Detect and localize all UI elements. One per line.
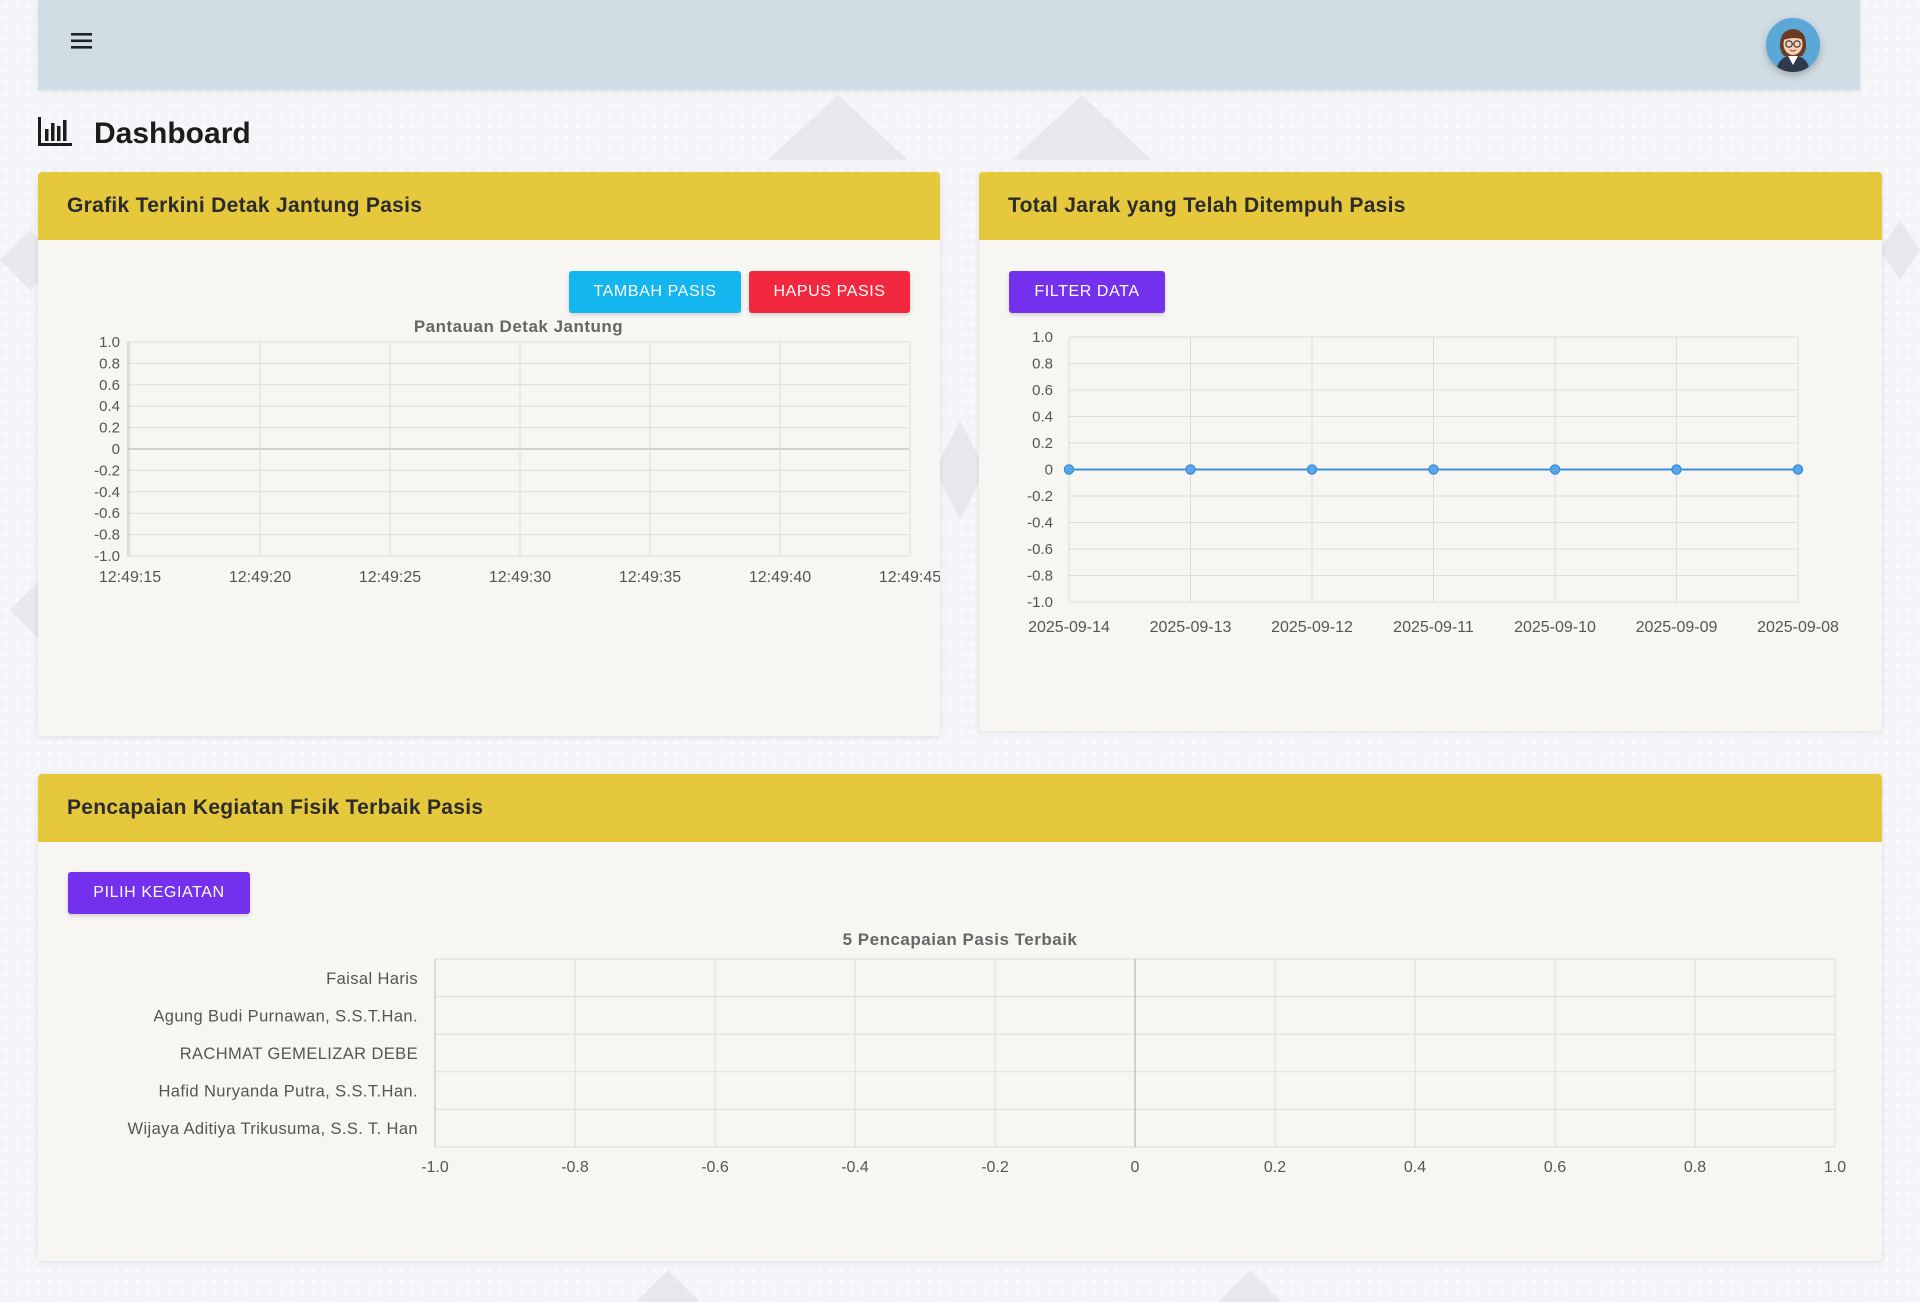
distance-chart-y-tick: 0 (1045, 462, 1053, 479)
distance-chart-x-tick: 2025-09-14 (1028, 619, 1110, 636)
heart-chart-y-tick: 0.8 (99, 355, 120, 372)
page-title: Dashboard (94, 117, 251, 150)
heart-chart-x-tick: 12:49:40 (749, 569, 811, 586)
activity-chart-x-tick: 0.6 (1544, 1159, 1566, 1176)
heart-chart-y-tick: 0 (112, 441, 120, 458)
distance-chart-x-tick: 2025-09-09 (1636, 619, 1718, 636)
heart-chart-x-tick: 12:49:25 (359, 569, 421, 586)
activity-chart-x-tick: -0.2 (981, 1159, 1009, 1176)
distance-series-point (1185, 464, 1196, 475)
distance-chart-y-tick: 0.6 (1032, 382, 1053, 399)
heart-chart-title: Pantauan Detak Jantung (414, 317, 623, 336)
heart-chart-y-tick: -0.6 (94, 505, 120, 522)
distance-series-point (1063, 464, 1075, 475)
distance-chart-y-tick: 0.8 (1032, 356, 1053, 373)
activity-chart-x-tick: 0.2 (1264, 1159, 1286, 1176)
activity-chart-x-tick: 1.0 (1824, 1159, 1846, 1176)
distance-series-point (1549, 464, 1561, 475)
distance-chart-y-tick: -1.0 (1027, 594, 1053, 611)
distance-card: Total Jarak yang Telah Ditempuh Pasis FI… (979, 172, 1882, 731)
page-title-bar: Dashboard (38, 114, 251, 154)
heart-chart-y-tick: 0.6 (99, 377, 120, 394)
activity-chart-category-label: Faisal Haris (326, 970, 418, 988)
activity-chart-x-tick: 0 (1131, 1159, 1140, 1176)
distance-chart-y-tick: 0.4 (1032, 409, 1053, 426)
distance-chart: 1.0 0.8 0.6 0.4 0.2 0 -0.2 -0.4 -0.6 -0.8 -1.0 2025… (1027, 329, 1839, 636)
heart-chart-y-tick: -0.2 (94, 462, 120, 479)
distance-chart-y-tick: 0.2 (1032, 435, 1053, 452)
distance-chart-x-tick: 2025-09-13 (1150, 619, 1232, 636)
heart-rate-card: Grafik Terkini Detak Jantung Pasis TAMBA… (38, 172, 940, 736)
activity-chart-x-tick: 0.4 (1404, 1159, 1426, 1176)
activity-chart-category-label: Agung Budi Purnawan, S.S.T.Han. (153, 1007, 418, 1025)
select-activity-button[interactable]: PILIH KEGIATAN (68, 872, 250, 914)
activity-chart-category-label: Wijaya Aditiya Trikusuma, S.S. T. Han (127, 1120, 418, 1138)
distance-chart-y-tick: -0.4 (1027, 515, 1053, 532)
distance-chart-y-tick: -0.8 (1027, 568, 1053, 585)
activity-chart-title: 5 Pencapaian Pasis Terbaik (843, 930, 1078, 949)
distance-chart-x-tick: 2025-09-10 (1514, 619, 1596, 636)
hamburger-menu-icon[interactable] (71, 30, 93, 52)
top-navbar (38, 0, 1860, 90)
distance-card-title: Total Jarak yang Telah Ditempuh Pasis (979, 172, 1882, 240)
distance-chart-y-tick: -0.2 (1027, 488, 1053, 505)
activity-chart-category-label: Hafid Nuryanda Putra, S.S.T.Han. (158, 1083, 418, 1101)
heart-rate-chart: Pantauan Detak Jantung 1.0 0.8 0.6 0.4 0.2 0 -0… (94, 317, 940, 586)
activity-chart-x-tick: -0.6 (701, 1159, 729, 1176)
heart-chart-y-tick: -1.0 (94, 548, 120, 565)
activity-card: Pencapaian Kegiatan Fisik Terbaik Pasis … (38, 774, 1882, 1261)
heart-chart-y-tick: 0.2 (99, 420, 120, 437)
heart-chart-x-tick: 12:49:15 (99, 569, 161, 586)
distance-series-point (1428, 464, 1439, 475)
user-avatar-icon[interactable] (1766, 18, 1820, 72)
distance-chart-y-tick: 1.0 (1032, 329, 1053, 346)
distance-chart-x-tick: 2025-09-08 (1757, 619, 1839, 636)
distance-chart-y-tick: -0.6 (1027, 541, 1053, 558)
activity-chart-category-label: RACHMAT GEMELIZAR DEBE (180, 1045, 418, 1063)
heart-chart-y-tick: -0.8 (94, 527, 120, 544)
distance-series-point (1671, 464, 1682, 475)
heart-chart-y-tick: 1.0 (99, 334, 120, 351)
activity-chart-x-tick: -1.0 (421, 1159, 449, 1176)
heart-chart-y-tick: -0.4 (94, 484, 120, 501)
distance-chart-x-tick: 2025-09-12 (1271, 619, 1353, 636)
distance-chart-x-tick: 2025-09-11 (1393, 619, 1474, 636)
activity-chart-x-tick: -0.4 (841, 1159, 869, 1176)
heart-chart-x-tick: 12:49:35 (619, 569, 681, 586)
filter-data-button[interactable]: FILTER DATA (1009, 271, 1165, 313)
distance-series-point (1792, 464, 1804, 475)
activity-chart-x-tick: 0.8 (1684, 1159, 1706, 1176)
heart-rate-card-title: Grafik Terkini Detak Jantung Pasis (38, 172, 940, 240)
activity-chart-x-tick: -0.8 (561, 1159, 589, 1176)
delete-pasis-button[interactable]: HAPUS PASIS (749, 271, 910, 313)
activity-card-title: Pencapaian Kegiatan Fisik Terbaik Pasis (38, 774, 1882, 842)
distance-series-point (1306, 464, 1318, 475)
heart-chart-x-tick: 12:49:45 (879, 569, 940, 586)
bar-chart-icon (38, 116, 72, 152)
add-pasis-button[interactable]: TAMBAH PASIS (569, 271, 741, 313)
activity-chart: 5 Pencapaian Pasis Terbaik -1.0 -0.8 -0.6 -0… (127, 930, 1846, 1176)
heart-chart-y-tick: 0.4 (99, 398, 120, 415)
heart-chart-x-tick: 12:49:30 (489, 569, 551, 586)
heart-chart-x-tick: 12:49:20 (229, 569, 291, 586)
